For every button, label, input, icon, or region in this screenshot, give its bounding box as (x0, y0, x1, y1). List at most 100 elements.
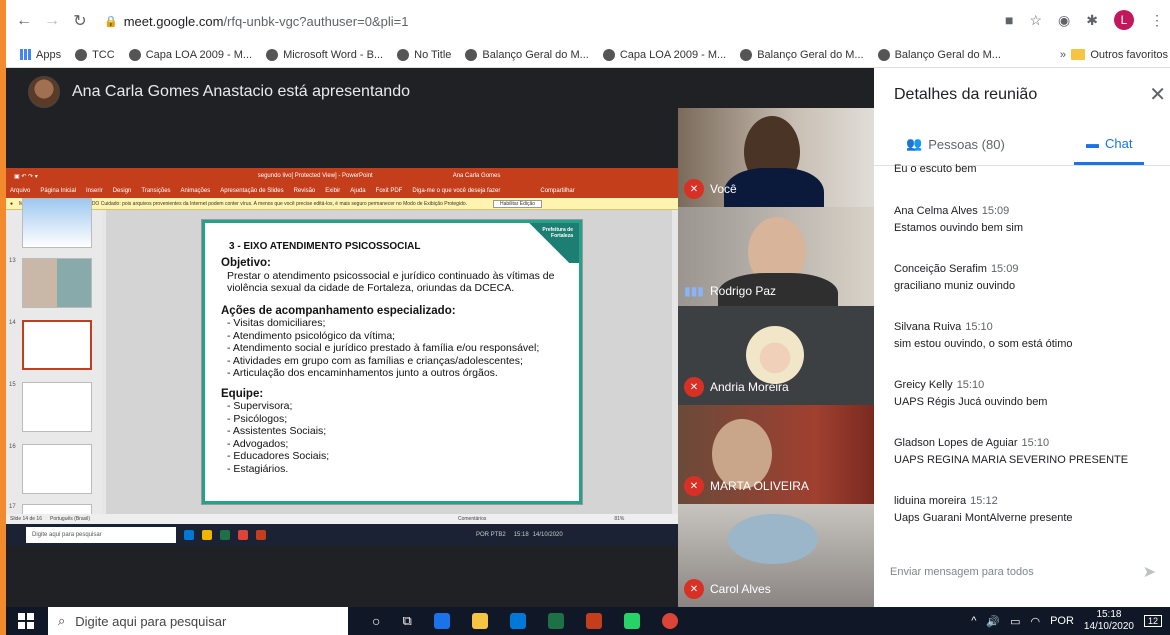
cortana-icon[interactable]: ○ (372, 613, 380, 629)
forward-icon[interactable]: → (42, 12, 62, 30)
ppt-tell-me[interactable]: Diga-me o que você deseja fazer (412, 188, 500, 194)
send-icon[interactable]: ➤ (1143, 562, 1156, 582)
clock[interactable]: 15:18 14/10/2020 (1084, 609, 1134, 633)
volume-icon[interactable]: 🔊 (986, 615, 1000, 628)
chat-message: Greicy Kelly 15:10 UAPS Régis Jucá ouvind… (894, 379, 1164, 408)
message-text: graciliano muniz ouvindo (894, 280, 1016, 292)
message-sender: Greicy Kelly (894, 379, 953, 391)
extensions-icon[interactable]: ✱ (1086, 12, 1098, 29)
taskbar-search[interactable]: ⌕ Digite aqui para pesquisar (48, 607, 348, 635)
ppt-tab[interactable]: Página Inicial (40, 188, 76, 194)
ppt-tab[interactable]: Revisão (294, 188, 316, 194)
ppt-tab[interactable]: Foxit PDF (376, 188, 403, 194)
file-explorer-icon[interactable] (471, 613, 488, 629)
battery-icon[interactable]: ▭ (1010, 615, 1020, 628)
ppt-status-bar: Slide 14 de 16 Português (Brasil) Coment… (6, 514, 678, 524)
participant-tile[interactable]: ✕ MARTA OLIVEIRA (678, 405, 874, 504)
team-item: - Advogados; (227, 437, 289, 450)
comments-button[interactable]: Comentários (458, 516, 486, 522)
bookmark[interactable]: Balanço Geral do M... (877, 48, 1001, 61)
ppt-tab[interactable]: Ajuda (350, 188, 365, 194)
back-icon[interactable]: ← (14, 12, 34, 30)
ppt-qat: ▣ ↶ ↷ ▾ (14, 173, 38, 180)
address-bar[interactable]: 🔒 meet.google.com/rfq-unbk-vgc?authuser=… (104, 14, 408, 29)
bookmarks-more[interactable]: » (1060, 49, 1066, 61)
globe-icon (75, 48, 88, 61)
tray-arrow-icon[interactable]: ^ (971, 615, 976, 627)
message-sender: Ana Celma Alves (894, 205, 978, 217)
participant-tile[interactable]: ✕ Andria Moreira (678, 306, 874, 405)
shield-icon: ● (10, 200, 14, 207)
slide-body: Objetivo: Prestar o atendimento psicosso… (221, 257, 571, 475)
participant-tile[interactable]: ✕ Carol Alves (678, 504, 874, 607)
zoom-level[interactable]: 81% (614, 516, 624, 522)
ppt-tab[interactable]: Transições (141, 188, 170, 194)
ppt-tab[interactable]: Apresentação de Slides (220, 188, 283, 194)
chat-input[interactable]: Enviar mensagem para todos (890, 566, 1034, 578)
bookmark[interactable]: No Title (397, 48, 451, 61)
bookmark-apps[interactable]: Apps (20, 49, 61, 61)
ppt-tab[interactable]: Exibir (325, 188, 340, 194)
bookmark[interactable]: Capa LOA 2009 - M... (128, 48, 252, 61)
slide-thumbnail[interactable] (22, 382, 92, 432)
edge-icon[interactable] (433, 613, 450, 629)
notifications-icon[interactable]: 12 (1143, 615, 1162, 627)
ppt-tab[interactable]: Inserir (86, 188, 103, 194)
slide-thumbnail[interactable] (22, 198, 92, 248)
ppt-tab[interactable]: Arquivo (10, 188, 30, 194)
reload-icon[interactable]: ↻ (70, 11, 90, 31)
ppt-tab[interactable]: Animações (181, 188, 211, 194)
bookmark[interactable]: Balanço Geral do M... (740, 48, 864, 61)
tab-people[interactable]: 👥 Pessoas (80) (906, 136, 1005, 152)
prefeitura-logo: Prefeitura de Fortaleza (542, 227, 573, 239)
mic-off-icon: ✕ (684, 476, 704, 496)
wifi-icon[interactable]: ◠ (1030, 615, 1040, 628)
close-icon[interactable]: ✕ (1149, 82, 1166, 107)
url-host: meet.google.com (123, 13, 224, 29)
bookmark[interactable]: Balanço Geral do M... (465, 48, 589, 61)
folder-icon (1071, 49, 1086, 60)
message-time: 15:10 (956, 379, 985, 391)
presenter-avatar (28, 76, 60, 108)
chrome-icon (238, 530, 248, 540)
participant-tile[interactable]: ▮▮▮ Rodrigo Paz (678, 207, 874, 306)
meeting-details-panel: Detalhes da reunião ✕ 👥 Pessoas (80) ▬ Cha… (874, 68, 1170, 607)
windows-start-icon[interactable] (18, 613, 34, 629)
enable-editing-button[interactable]: Habilitar Edição (493, 199, 543, 208)
menu-icon[interactable]: ⋮ (1150, 12, 1164, 29)
ppt-share[interactable]: Compartilhar (540, 188, 574, 194)
star-icon[interactable]: ☆ (1029, 12, 1042, 29)
slide-thumbnail[interactable] (22, 444, 92, 494)
app-icon (184, 530, 194, 540)
camera-icon[interactable]: ■ (1005, 12, 1013, 28)
shared-date: 14/10/2020 (532, 532, 563, 538)
whatsapp-icon[interactable] (623, 613, 640, 629)
powerpoint-icon (256, 530, 266, 540)
message-time: 15:09 (990, 263, 1019, 275)
message-sender: Silvana Ruiva (894, 321, 962, 333)
participant-tile[interactable]: ✕ Você (678, 108, 874, 207)
bookmark[interactable]: TCC (75, 48, 115, 61)
powerpoint-icon[interactable] (585, 613, 602, 629)
team-item: - Psicólogos; (227, 412, 288, 425)
slide-thumbnail-selected[interactable] (22, 320, 92, 370)
ppt-tab[interactable]: Design (113, 188, 132, 194)
chrome-icon[interactable] (661, 613, 678, 629)
people-icon: 👥 (906, 136, 923, 151)
tab-chat[interactable]: ▬ Chat (1086, 136, 1132, 151)
bookmark[interactable]: Microsoft Word - B... (266, 48, 383, 61)
chat-message: Gladson Lopes de Aguiar 15:10 UAPS REGINA… (894, 437, 1164, 466)
other-favorites[interactable]: Outros favoritos (1071, 49, 1168, 61)
action-item: - Articulação dos encaminhamentos junto … (227, 367, 498, 379)
excel-icon[interactable] (547, 613, 564, 629)
profile-avatar[interactable]: L (1114, 10, 1134, 30)
mail-icon[interactable] (509, 613, 526, 629)
message-text: Eu o escuto bem (894, 163, 977, 175)
ppt-title-bar: ▣ ↶ ↷ ▾ segundo livo[ Protected View] - … (6, 168, 678, 184)
task-view-icon[interactable]: ⧉ (402, 613, 411, 629)
slide-thumbnail[interactable] (22, 258, 92, 308)
screenshot-icon[interactable]: ◉ (1058, 12, 1070, 29)
bookmark[interactable]: Capa LOA 2009 - M... (602, 48, 726, 61)
speaking-icon: ▮▮▮ (684, 284, 704, 298)
language-indicator[interactable]: POR (1050, 615, 1074, 627)
